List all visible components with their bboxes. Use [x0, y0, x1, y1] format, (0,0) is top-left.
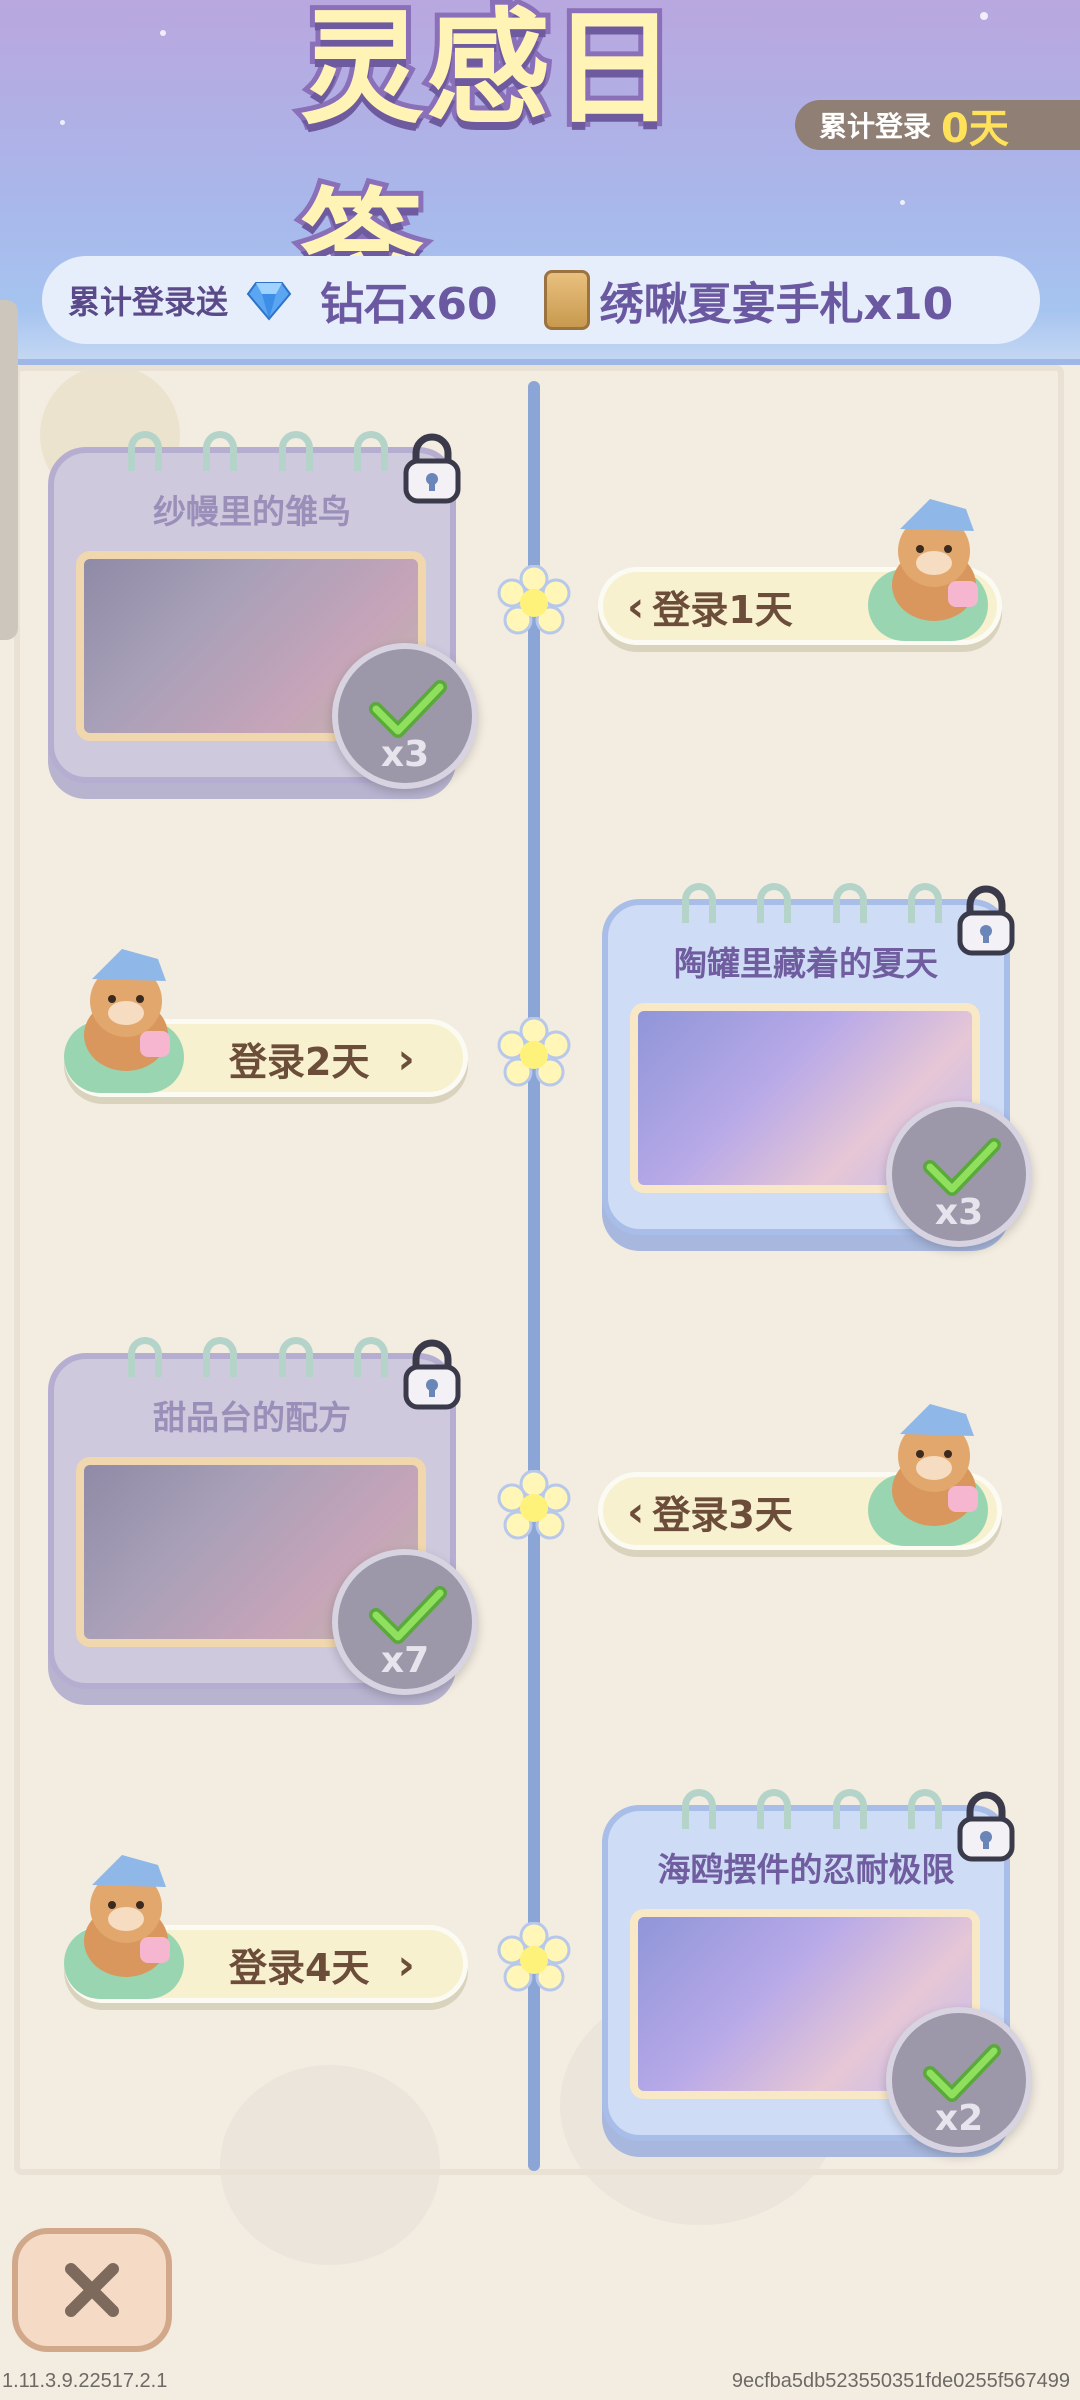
- flower-icon: [497, 1922, 571, 1992]
- check-icon: [923, 2044, 1001, 2102]
- lock-icon: [403, 433, 461, 504]
- reward-diamond-amount: 钻石x60: [320, 279, 498, 330]
- reward-quantity: x7: [380, 1640, 430, 1681]
- lock-icon: [957, 885, 1015, 956]
- page-title: 灵感日签: [295, 0, 681, 326]
- sparkle: [900, 200, 905, 205]
- reward-card[interactable]: 纱幔里的雏鸟 x3: [48, 431, 478, 789]
- login-days-counter: 累计登录 0天: [795, 100, 1080, 152]
- check-icon: [923, 1138, 1001, 1196]
- bear-icon: [84, 949, 170, 1071]
- chevron-left-icon: ‹: [627, 581, 645, 631]
- chevron-right-icon: ›: [397, 1939, 415, 1989]
- login-day-label: 登录1天: [652, 587, 793, 632]
- lock-icon: [403, 1339, 461, 1410]
- card-title: 纱幔里的雏鸟: [153, 492, 351, 531]
- chevron-left-icon: ‹: [627, 1486, 645, 1536]
- login-day-label: 登录3天: [652, 1492, 793, 1537]
- reward-quantity: x3: [934, 1192, 984, 1233]
- flower-icon: [497, 1470, 571, 1540]
- reward-ticket-amount: 绣啾夏宴手札x10: [599, 279, 954, 330]
- reward-badge: x3: [332, 643, 478, 789]
- ticket-icon: [543, 270, 590, 330]
- card-rings: [682, 1789, 942, 1829]
- checkin-timeline-area[interactable]: 纱幔里的雏鸟 x3 ‹ 登录1天 登录2天 › 陶罐里藏着的夏天 x3 甜品台的…: [0, 300, 1080, 2305]
- reward-label: 累计登录送: [68, 283, 229, 321]
- close-icon: [65, 2263, 119, 2317]
- timeline-line: [528, 381, 540, 2171]
- flower-icon: [497, 1017, 571, 1087]
- reward-card[interactable]: 海鸥摆件的忍耐极限 x2: [602, 1789, 1032, 2153]
- diamond-icon: [246, 277, 292, 323]
- check-icon: [369, 1586, 447, 1644]
- bear-icon: [892, 499, 978, 621]
- reward-quantity: x3: [380, 734, 430, 775]
- reward-badge: x7: [332, 1549, 478, 1695]
- sparkle: [980, 12, 988, 20]
- cumulative-reward-bar: 累计登录送 钻石x60 绣啾夏宴手札x10: [42, 256, 1040, 344]
- card-title: 陶罐里藏着的夏天: [674, 944, 938, 983]
- sparkle: [160, 30, 166, 36]
- login-days-label: 累计登录: [819, 110, 932, 143]
- version-text: 1.11.3.9.22517.2.1: [2, 2370, 168, 2392]
- header: 灵感日签 累计登录 0天 累计登录送 钻石x60 绣啾夏宴手札x10: [0, 0, 1080, 365]
- sparkle: [60, 120, 65, 125]
- check-icon: [369, 680, 447, 738]
- reward-badge: x2: [886, 2007, 1032, 2153]
- card-rings: [682, 883, 942, 923]
- login-day-label: 登录4天: [229, 1945, 370, 1990]
- chevron-right-icon: ›: [397, 1033, 415, 1083]
- login-day-label: 登录2天: [229, 1039, 370, 1084]
- bear-icon: [892, 1404, 978, 1526]
- build-hash-text: 9ecfba5db523550351fde0255f567499: [731, 2370, 1070, 2392]
- card-title: 甜品台的配方: [153, 1398, 351, 1437]
- reward-card[interactable]: 陶罐里藏着的夏天 x3: [602, 883, 1032, 1247]
- lock-icon: [957, 1791, 1015, 1862]
- card-rings: [128, 431, 388, 471]
- login-days-value: 0天: [941, 106, 1009, 152]
- card-title: 海鸥摆件的忍耐极限: [657, 1850, 955, 1889]
- scrollbar[interactable]: [0, 300, 18, 640]
- reward-badge: x3: [886, 1101, 1032, 1247]
- bear-icon: [84, 1855, 170, 1977]
- card-rings: [128, 1337, 388, 1377]
- reward-quantity: x2: [934, 2098, 984, 2139]
- reward-card[interactable]: 甜品台的配方 x7: [48, 1337, 478, 1695]
- flower-icon: [497, 565, 571, 635]
- close-button[interactable]: [12, 2228, 172, 2352]
